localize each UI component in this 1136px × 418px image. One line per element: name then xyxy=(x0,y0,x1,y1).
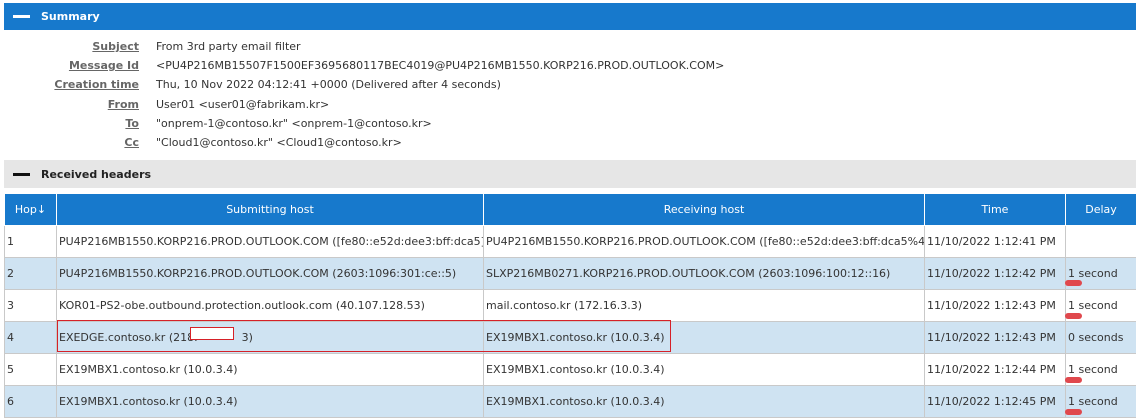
message-id-value: <PU4P216MB15507F1500EF3695680117BEC4019@… xyxy=(156,56,724,75)
hop-column-header[interactable]: Hop↓ xyxy=(5,194,57,226)
summary-fields: Subject From 3rd party email filter Mess… xyxy=(0,37,900,152)
collapse-icon[interactable] xyxy=(13,173,30,176)
hop-cell: 1 xyxy=(5,226,57,258)
summary-row-message-id: Message Id <PU4P216MB15507F1500EF3695680… xyxy=(0,56,900,75)
creation-time-label[interactable]: Creation time xyxy=(0,75,156,94)
collapse-icon[interactable] xyxy=(13,15,30,18)
receiving-host-cell: EX19MBX1.contoso.kr (10.0.3.4) xyxy=(484,354,925,386)
subject-label[interactable]: Subject xyxy=(0,37,156,56)
table-row: 6 EX19MBX1.contoso.kr (10.0.3.4) EX19MBX… xyxy=(5,386,1136,418)
delay-cell xyxy=(1066,226,1136,258)
hop-cell: 5 xyxy=(5,354,57,386)
cc-label[interactable]: Cc xyxy=(0,133,156,152)
from-value: User01 <user01@fabrikam.kr> xyxy=(156,95,329,114)
delay-column-header[interactable]: Delay xyxy=(1066,194,1136,226)
delay-cell: 0 seconds xyxy=(1066,322,1136,354)
table-row: 1 PU4P216MB1550.KORP216.PROD.OUTLOOK.COM… xyxy=(5,226,1136,258)
redaction-mark xyxy=(1065,280,1082,286)
to-value: "onprem-1@contoso.kr" <onprem-1@contoso.… xyxy=(156,114,432,133)
summary-title: Summary xyxy=(41,10,100,23)
summary-section-header[interactable]: Summary xyxy=(4,3,1136,30)
received-headers-title: Received headers xyxy=(41,168,151,181)
time-cell: 11/10/2022 1:12:42 PM xyxy=(925,258,1066,290)
subject-value: From 3rd party email filter xyxy=(156,37,301,56)
received-headers-section-header[interactable]: Received headers xyxy=(4,160,1136,188)
summary-row-cc: Cc "Cloud1@contoso.kr" <Cloud1@contoso.k… xyxy=(0,133,900,152)
hop-cell: 3 xyxy=(5,290,57,322)
time-cell: 11/10/2022 1:12:44 PM xyxy=(925,354,1066,386)
time-cell: 11/10/2022 1:12:43 PM xyxy=(925,322,1066,354)
table-header-row: Hop↓ Submitting host Receiving host Time… xyxy=(5,194,1136,226)
highlight-rectangle xyxy=(57,320,671,352)
receiving-host-column-header[interactable]: Receiving host xyxy=(484,194,925,226)
redaction-mark xyxy=(1065,377,1082,383)
receiving-host-cell: SLXP216MB0271.KORP216.PROD.OUTLOOK.COM (… xyxy=(484,258,925,290)
creation-time-value: Thu, 10 Nov 2022 04:12:41 +0000 (Deliver… xyxy=(156,75,501,94)
hop-cell: 6 xyxy=(5,386,57,418)
summary-row-to: To "onprem-1@contoso.kr" <onprem-1@conto… xyxy=(0,114,900,133)
cc-value: "Cloud1@contoso.kr" <Cloud1@contoso.kr> xyxy=(156,133,402,152)
submitting-host-cell: KOR01-PS2-obe.outbound.protection.outloo… xyxy=(57,290,484,322)
received-headers-table: Hop↓ Submitting host Receiving host Time… xyxy=(4,193,1136,418)
submitting-host-column-header[interactable]: Submitting host xyxy=(57,194,484,226)
receiving-host-cell: mail.contoso.kr (172.16.3.3) xyxy=(484,290,925,322)
to-label[interactable]: To xyxy=(0,114,156,133)
table-row: 5 EX19MBX1.contoso.kr (10.0.3.4) EX19MBX… xyxy=(5,354,1136,386)
summary-row-subject: Subject From 3rd party email filter xyxy=(0,37,900,56)
time-cell: 11/10/2022 1:12:41 PM xyxy=(925,226,1066,258)
time-cell: 11/10/2022 1:12:45 PM xyxy=(925,386,1066,418)
message-id-label[interactable]: Message Id xyxy=(0,56,156,75)
redaction-mark xyxy=(1065,409,1082,415)
receiving-host-cell: PU4P216MB1550.KORP216.PROD.OUTLOOK.COM (… xyxy=(484,226,925,258)
from-label[interactable]: From xyxy=(0,95,156,114)
redaction-mark xyxy=(1065,313,1082,319)
submitting-host-cell: PU4P216MB1550.KORP216.PROD.OUTLOOK.COM (… xyxy=(57,258,484,290)
hop-cell: 2 xyxy=(5,258,57,290)
submitting-host-cell: EX19MBX1.contoso.kr (10.0.3.4) xyxy=(57,354,484,386)
summary-row-creation-time: Creation time Thu, 10 Nov 2022 04:12:41 … xyxy=(0,75,900,94)
table-row: 3 KOR01-PS2-obe.outbound.protection.outl… xyxy=(5,290,1136,322)
time-column-header[interactable]: Time xyxy=(925,194,1066,226)
summary-row-from: From User01 <user01@fabrikam.kr> xyxy=(0,95,900,114)
hop-cell: 4 xyxy=(5,322,57,354)
submitting-host-cell: PU4P216MB1550.KORP216.PROD.OUTLOOK.COM (… xyxy=(57,226,484,258)
time-cell: 11/10/2022 1:12:43 PM xyxy=(925,290,1066,322)
table-row: 2 PU4P216MB1550.KORP216.PROD.OUTLOOK.COM… xyxy=(5,258,1136,290)
submitting-host-cell: EX19MBX1.contoso.kr (10.0.3.4) xyxy=(57,386,484,418)
receiving-host-cell: EX19MBX1.contoso.kr (10.0.3.4) xyxy=(484,386,925,418)
